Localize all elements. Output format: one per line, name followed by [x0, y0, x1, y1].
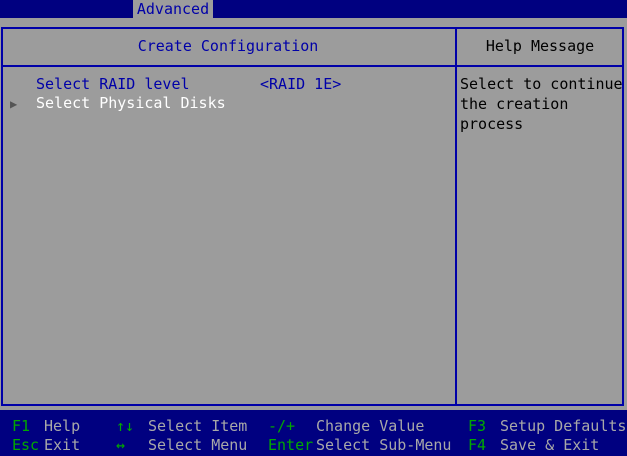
raid-level-value[interactable]: <RAID 1E>	[260, 74, 341, 94]
key-plusminus: -/+	[268, 417, 296, 435]
footer-keybar: F1 Help Esc Exit ↑↓ Select Item ↔ Select…	[0, 410, 627, 456]
help-text-line: Select to continue	[460, 75, 623, 93]
key-updown-desc: Select Item	[148, 417, 248, 435]
key-f1-desc: Help	[44, 417, 81, 435]
key-leftright-icon: ↔	[116, 436, 126, 454]
key-leftright-desc: Select Menu	[148, 436, 248, 454]
tab-advanced[interactable]: Advanced	[133, 0, 213, 18]
key-enter: Enter	[268, 436, 314, 454]
page-title: Create Configuration	[137, 37, 319, 55]
setup-panel: Create Configuration Help Message Select…	[0, 18, 627, 410]
key-f4-desc: Save & Exit	[500, 436, 600, 454]
raid-level-label[interactable]: Select RAID level	[36, 74, 190, 94]
key-esc-desc: Exit	[44, 436, 81, 454]
key-f4: F4	[468, 436, 487, 454]
key-esc: Esc	[12, 436, 40, 454]
submenu-arrow-icon: ▶	[10, 97, 18, 111]
top-menu-bar: Advanced	[0, 0, 627, 18]
key-plusminus-desc: Change Value	[316, 417, 425, 435]
key-f1: F1	[12, 417, 31, 435]
key-f3-desc: Setup Defaults	[500, 417, 627, 435]
key-updown-icon: ↑↓	[116, 417, 135, 435]
panel-divider-horizontal	[1, 65, 624, 67]
panel-divider-vertical	[455, 27, 457, 406]
key-f3: F3	[468, 417, 487, 435]
help-text-line: the creation process	[460, 95, 569, 133]
help-text: Select to continue the creation process	[460, 74, 626, 134]
key-enter-desc: Select Sub-Menu	[316, 436, 452, 454]
help-title: Help Message	[485, 37, 595, 55]
select-physical-disks-item[interactable]: Select Physical Disks	[36, 93, 226, 113]
